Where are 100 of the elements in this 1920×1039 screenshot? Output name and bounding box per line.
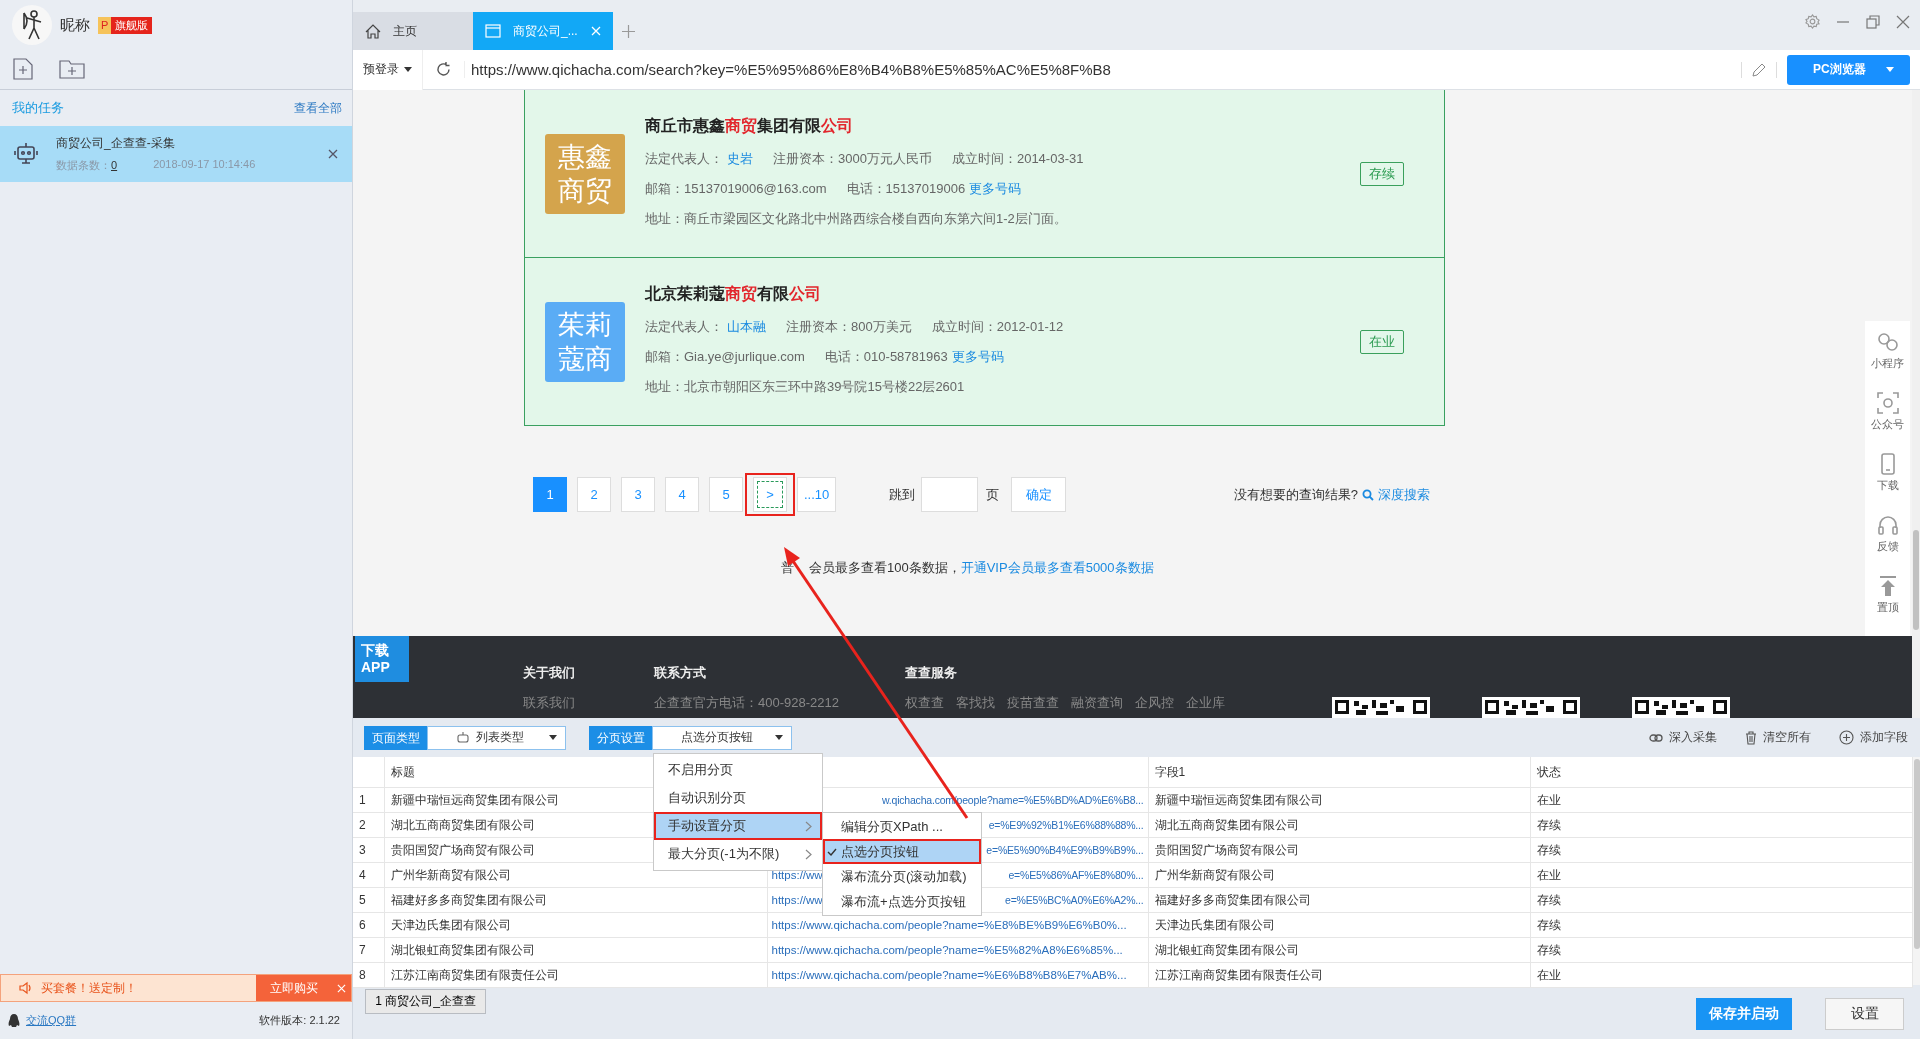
browser-window-icon (485, 24, 501, 38)
status-tag: 存续 (1360, 161, 1404, 186)
url-link[interactable]: e=%E5%BC%A0%E6%A2%... (1005, 894, 1144, 906)
page-button[interactable]: 1 (533, 477, 567, 512)
caret-icon (549, 735, 557, 740)
company-phone: 电话：15137019006 (846, 179, 966, 198)
company-email: 邮箱：Gia.ye@jurlique.com (645, 347, 805, 366)
url-link[interactable]: e=%E5%86%AF%E8%80%... (1008, 869, 1144, 881)
edition-letter: P (98, 16, 112, 34)
save-and-start-button[interactable]: 保存并启动 (1696, 998, 1792, 1030)
row-number: 4 (353, 862, 384, 888)
sheet-tab[interactable]: 1 商贸公司_企查查 (365, 989, 486, 1014)
company-email: 邮箱：15137019006@163.com (645, 179, 827, 198)
more-phones-link[interactable]: 更多号码 (951, 341, 1004, 372)
scrollbar-thumb[interactable] (1913, 759, 1920, 949)
column-header: 字段1 (1148, 757, 1530, 788)
qq-group-link[interactable]: 交流QQ群 (26, 1013, 77, 1028)
close-icon[interactable] (328, 149, 338, 159)
page-button[interactable]: 4 (665, 477, 699, 512)
company-address: 地址：北京市朝阳区东三环中路39号院15号楼22层2601 (645, 377, 965, 396)
table-cell: 湖北银虹商贸集团有限公司 (1148, 937, 1530, 963)
check-icon (827, 847, 837, 856)
download-app-badge[interactable]: 下载 APP (355, 636, 409, 682)
login-dropdown[interactable]: 预登录 (353, 49, 423, 90)
deep-search-link[interactable]: 深度搜索 (1362, 485, 1430, 504)
table-cell: 江苏江南商贸集团有限责任公司 (1148, 962, 1530, 988)
confirm-button[interactable]: 确定 (1011, 477, 1067, 512)
company-address: 地址：商丘市梁园区文化路北中州路西综合楼自西向东第六间1-2层门面。 (645, 209, 1067, 228)
add-circle-icon (1839, 730, 1854, 745)
close-icon[interactable] (1896, 14, 1910, 29)
menu-item[interactable]: 瀑布流+点选分页按钮 (823, 889, 981, 914)
paging-setting-select[interactable]: 点选分页按钮 (652, 725, 792, 750)
next-page-button[interactable]: > (753, 477, 787, 512)
footer-link[interactable]: 权查查 (905, 694, 944, 712)
footer-link[interactable]: 客找找 (956, 694, 995, 712)
version-text: 软件版本: 2.1.22 (259, 1013, 340, 1028)
table-cell: 在业 (1530, 787, 1912, 813)
restore-icon[interactable] (1866, 14, 1880, 29)
legal-rep-link[interactable]: 史岩 (727, 143, 753, 174)
footer-link[interactable]: 联系我们 (523, 694, 575, 712)
task-name: 商贸公司_企查查-采集 (56, 135, 176, 152)
browser-tab[interactable]: 主页 (353, 12, 473, 50)
url-link[interactable]: https://ww (771, 894, 823, 906)
trash-icon (1745, 730, 1757, 745)
company-name[interactable]: 商丘市惠鑫商贸集团有限公司 (645, 113, 1360, 138)
task-item[interactable]: 商贸公司_企查查-采集 数据条数：0 2018-09-17 10:14:46 (0, 126, 352, 182)
chevron-right-icon (805, 848, 812, 860)
table-cell: 贵阳国贸广场商贸有限公司 (1148, 837, 1530, 863)
settings-button[interactable]: 设置 (1825, 998, 1904, 1030)
buy-now-button[interactable]: 立即购买 (256, 975, 331, 1001)
toolbar-action[interactable]: 深入采集 (1649, 729, 1717, 746)
company-phone: 电话：010-58781963 (824, 347, 948, 366)
company-name[interactable]: 北京茱莉蔻商贸有限公司 (645, 281, 1360, 306)
more-phones-link[interactable]: 更多号码 (969, 173, 1022, 204)
page-number-field[interactable] (921, 477, 979, 512)
url-link[interactable]: e=%E9%92%B1%E6%88%88%... (988, 819, 1144, 831)
search-icon (1362, 488, 1374, 501)
page-button[interactable]: 5 (709, 477, 743, 512)
last-page-button[interactable]: ...10 (797, 477, 837, 512)
table-cell: 在业 (1530, 862, 1912, 888)
row-number: 1 (353, 787, 384, 813)
jump-label: 跳到 (889, 485, 916, 504)
column-header: 状态 (1530, 757, 1912, 788)
footer-link[interactable]: 企查查官方电话：400-928-2212 (654, 694, 839, 712)
footer-link[interactable]: 企业库 (1186, 694, 1225, 712)
page-type-select[interactable]: 列表类型 (427, 725, 566, 750)
row-number: 5 (353, 887, 384, 913)
speaker-icon (19, 981, 33, 995)
robot-icon (14, 142, 38, 166)
table-cell: 天津边氏集团有限公司 (384, 912, 767, 938)
url-field[interactable]: https://www.qichacha.com/search?key=%E5%95%86%E8%B4%B8%E5%85%AC%E5%8F%B8 (464, 61, 1731, 78)
page-button[interactable]: 2 (577, 477, 611, 512)
settings-icon[interactable] (1805, 14, 1820, 29)
url-link[interactable]: https://ww (771, 869, 823, 881)
scrollbar-thumb[interactable] (1913, 530, 1919, 630)
caret-icon (775, 735, 783, 740)
toolbar-action[interactable]: 清空所有 (1745, 729, 1811, 746)
pencil-icon[interactable] (1752, 62, 1766, 77)
footer-link[interactable]: 融资查询 (1071, 694, 1123, 712)
view-all-link[interactable]: 查看全部 (294, 99, 342, 117)
footer-link[interactable]: 疫苗查查 (1007, 694, 1059, 712)
plus-icon[interactable] (622, 24, 635, 38)
data-count: 数据条数：0 (56, 158, 118, 173)
pc-browser-button[interactable]: PC浏览器 (1787, 54, 1910, 85)
link-icon (1876, 331, 1899, 353)
new-folder-icon[interactable] (59, 58, 85, 80)
url-link[interactable]: e=%E5%90%B4%E9%B9%B9%... (986, 844, 1144, 856)
founded-date: 成立时间：2014-03-31 (951, 149, 1084, 168)
chevron-right-icon (805, 820, 812, 832)
legal-rep-link[interactable]: 山本融 (727, 311, 766, 342)
footer-link[interactable]: 企风控 (1135, 694, 1174, 712)
menu-item[interactable]: 编辑分页XPath ... (823, 814, 981, 839)
menu-item[interactable]: 瀑布流分页(滚动加载) (823, 864, 981, 889)
page-button[interactable]: 3 (621, 477, 655, 512)
refresh-icon[interactable] (435, 61, 452, 78)
new-file-icon[interactable] (12, 58, 34, 80)
row-number: 2 (353, 812, 384, 838)
table-cell: 广州华新商贸有限公司 (1148, 862, 1530, 888)
toolbar-action[interactable]: 添加字段 (1839, 729, 1908, 746)
vip-link[interactable]: 开通VIP会员最多查看5000条数据 (960, 558, 1154, 578)
